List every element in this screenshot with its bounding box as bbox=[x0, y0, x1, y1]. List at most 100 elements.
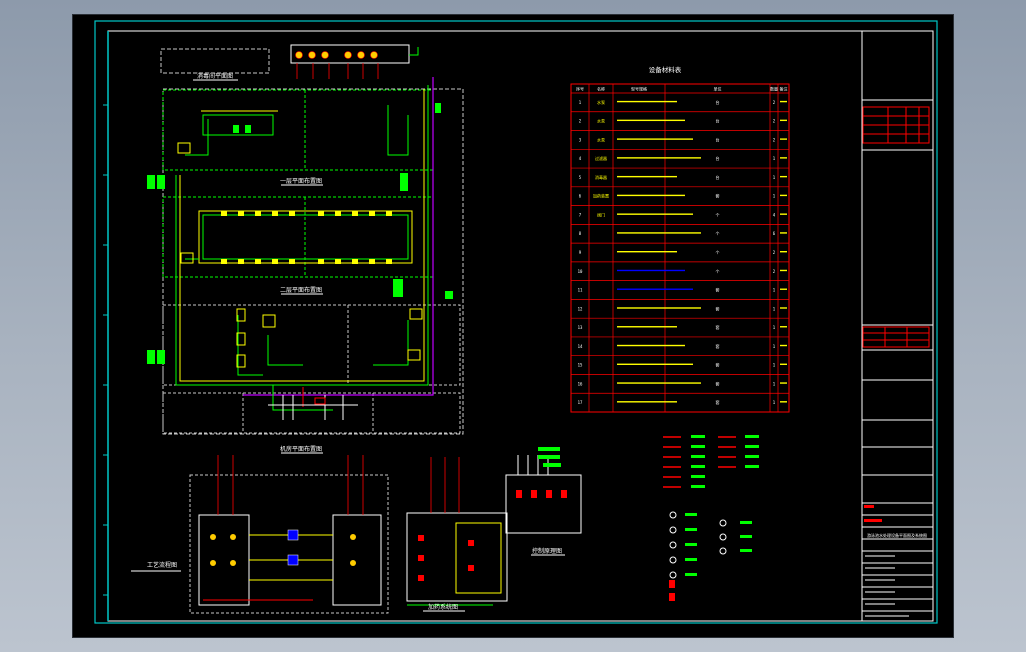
table-spec-text bbox=[617, 344, 685, 347]
table-cell: 1 bbox=[773, 306, 776, 311]
table-spec-text bbox=[617, 119, 685, 122]
table-spec-text bbox=[617, 213, 693, 215]
table-note-text bbox=[780, 363, 787, 365]
table-note-text bbox=[780, 401, 787, 403]
table-cell: 套 bbox=[716, 380, 720, 386]
table-spec-text bbox=[617, 307, 701, 309]
table-header-cell: 单位 bbox=[714, 86, 722, 92]
plan-label-floor2: 二层平面布置图 bbox=[280, 286, 322, 294]
table-note-text bbox=[780, 251, 787, 253]
table-cell: 消毒器 bbox=[595, 174, 607, 180]
system-label-right: 控制原理图 bbox=[532, 547, 562, 555]
table-spec-text bbox=[617, 194, 685, 197]
table-cell: 水泵 bbox=[597, 136, 605, 142]
table-cell: 套 bbox=[716, 305, 720, 311]
system-diagram-right: 控制原理图 bbox=[505, 447, 582, 556]
table-cell: 套 bbox=[716, 193, 720, 199]
table-cell: 个 bbox=[716, 250, 720, 255]
table-cell: 台 bbox=[716, 118, 720, 124]
table-cell: 13 bbox=[578, 325, 583, 330]
table-header-cell: 型号规格 bbox=[631, 86, 647, 92]
table-cell: 套 bbox=[716, 399, 720, 405]
table-header-cell: 序号 bbox=[576, 86, 584, 92]
cad-viewport[interactable]: 消毒间平面图 一层平面布置图 二层平面布置图 机房平面布置图 工艺流程图 加药系… bbox=[73, 15, 953, 637]
equipment-tags bbox=[147, 103, 453, 364]
table-spec-text bbox=[617, 232, 701, 234]
table-cell: 7 bbox=[579, 212, 582, 217]
table-spec-text bbox=[617, 138, 693, 140]
table-note-text bbox=[780, 269, 787, 272]
table-spec-text bbox=[617, 288, 693, 290]
table-cell: 套 bbox=[716, 324, 720, 330]
table-cell: 2 bbox=[773, 100, 776, 105]
table-cell: 12 bbox=[578, 306, 583, 311]
table-cell: 2 bbox=[773, 137, 776, 142]
system-label-middle: 加药系统图 bbox=[428, 603, 458, 611]
table-spec-text bbox=[617, 269, 685, 272]
table-cell: 4 bbox=[773, 212, 776, 217]
table-note-text bbox=[780, 100, 787, 103]
plan-label-upper: 消毒间平面图 bbox=[197, 72, 233, 80]
table-cell: 14 bbox=[578, 344, 583, 349]
table-cell: 1 bbox=[773, 288, 776, 293]
table-cell: 过滤器 bbox=[595, 155, 607, 161]
table-note-text bbox=[780, 307, 787, 309]
table-cell: 1 bbox=[773, 344, 776, 349]
table-cell: 台 bbox=[716, 136, 720, 142]
plan-label-floor1: 一层平面布置图 bbox=[280, 177, 322, 185]
table-cell: 10 bbox=[578, 269, 583, 274]
table-note-text bbox=[780, 344, 787, 347]
table-header-cell: 数量 bbox=[770, 86, 778, 92]
table-cell: 水泵 bbox=[597, 99, 605, 105]
table-note-text bbox=[780, 119, 787, 122]
table-spec-text bbox=[617, 382, 701, 384]
table-cell: 1 bbox=[773, 363, 776, 368]
title-block: 游泳池水处理设备平面图及系统图 bbox=[861, 30, 934, 622]
table-cell: 台 bbox=[716, 99, 720, 105]
table-cell: 16 bbox=[578, 381, 583, 386]
table-cell: 2 bbox=[773, 119, 776, 124]
table-cell: 1 bbox=[579, 100, 582, 105]
table-note-text bbox=[780, 157, 787, 159]
cad-drawing: 消毒间平面图 一层平面布置图 二层平面布置图 机房平面布置图 工艺流程图 加药系… bbox=[94, 20, 938, 624]
equipment-table: 设备材料表 序号 名称 型号规格 单位 数量 备注1 水泵台 22 水泵台 23 水泵台 24 过滤器台… bbox=[570, 65, 790, 413]
table-spec-text bbox=[617, 401, 677, 403]
table-cell: 1 bbox=[773, 194, 776, 199]
system-label-left: 工艺流程图 bbox=[147, 561, 177, 569]
table-note-text bbox=[780, 326, 787, 328]
table-cell: 11 bbox=[578, 288, 583, 293]
table-cell: 9 bbox=[579, 250, 582, 255]
table-cell: 2 bbox=[773, 250, 776, 255]
table-note-text bbox=[780, 175, 787, 178]
table-note-text bbox=[780, 288, 787, 290]
floor-plan-group: 消毒间平面图 一层平面布置图 二层平面布置图 机房平面布置图 bbox=[147, 44, 464, 454]
legend bbox=[663, 435, 759, 601]
table-spec-text bbox=[617, 175, 677, 178]
top-pump-array bbox=[290, 44, 419, 79]
table-spec-text bbox=[617, 251, 677, 253]
table-cell: 台 bbox=[716, 174, 720, 180]
table-cell: 4 bbox=[579, 156, 582, 161]
system-diagram-middle: 加药系统图 bbox=[406, 457, 508, 612]
system-diagram-left: 工艺流程图 bbox=[131, 455, 389, 614]
table-header-cell: 备注 bbox=[780, 86, 788, 92]
table-cell: 加药装置 bbox=[593, 193, 609, 199]
table-cell: 套 bbox=[716, 362, 720, 368]
table-cell: 8 bbox=[579, 231, 582, 236]
equipment-symbols bbox=[177, 142, 423, 368]
table-cell: 6 bbox=[579, 194, 582, 199]
table-spec-text bbox=[617, 326, 677, 328]
table-note-text bbox=[780, 194, 787, 197]
table-cell: 2 bbox=[773, 269, 776, 274]
title-block-drawing-title: 游泳池水处理设备平面图及系统图 bbox=[867, 532, 927, 538]
table-cell: 套 bbox=[716, 343, 720, 349]
table-cell: 5 bbox=[579, 175, 582, 180]
table-cell: 3 bbox=[579, 137, 582, 142]
table-spec-text bbox=[617, 157, 701, 159]
table-cell: 阀门 bbox=[597, 211, 605, 217]
table-cell: 1 bbox=[773, 381, 776, 386]
table-cell: 15 bbox=[578, 363, 583, 368]
table-note-text bbox=[780, 213, 787, 215]
table-spec-text bbox=[617, 363, 693, 365]
table-note-text bbox=[780, 138, 787, 140]
